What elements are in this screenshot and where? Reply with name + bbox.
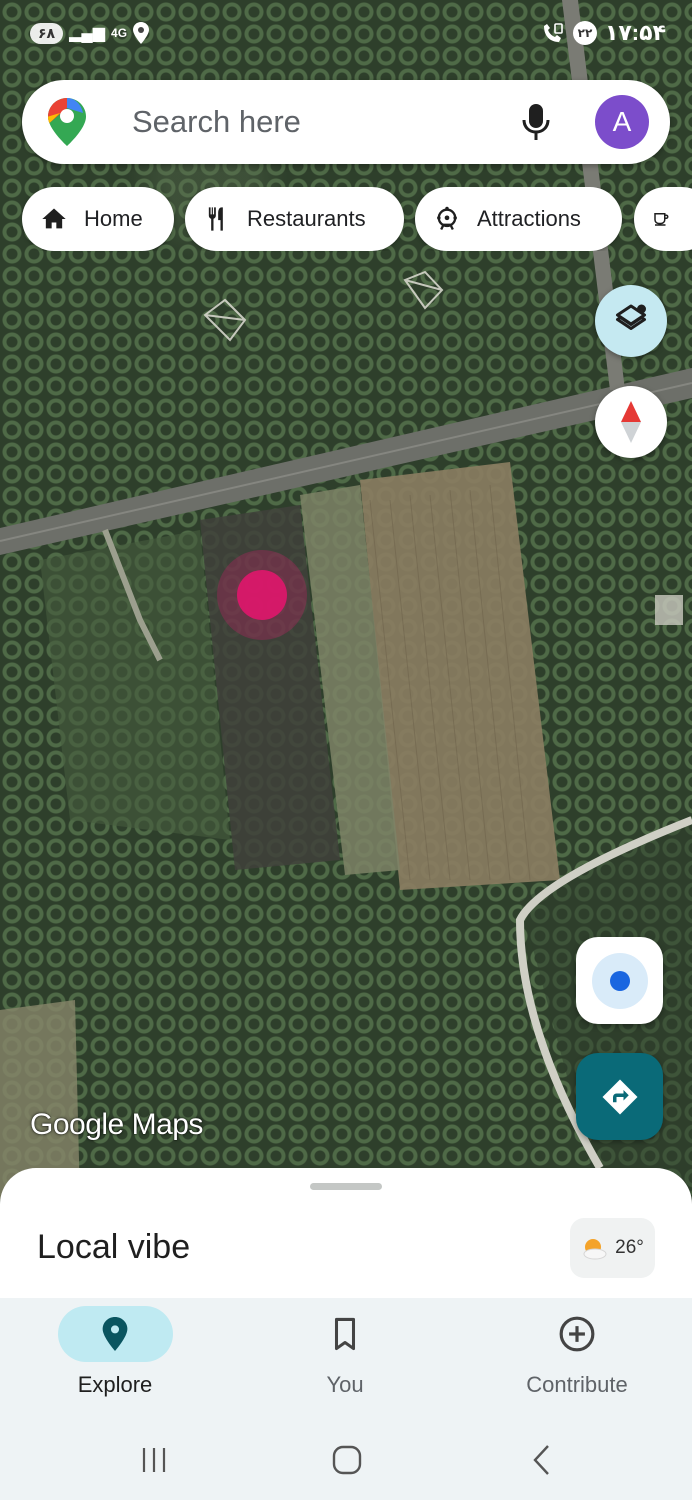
chip-restaurants[interactable]: Restaurants <box>185 187 404 251</box>
google-maps-watermark: Google Maps <box>30 1108 203 1141</box>
search-input[interactable] <box>132 100 492 144</box>
location-icon <box>133 22 150 44</box>
compass-icon <box>621 401 641 443</box>
compass-button[interactable] <box>595 386 667 458</box>
attractions-icon <box>437 206 457 231</box>
wifi-call-icon <box>543 23 563 42</box>
my-location-button[interactable] <box>576 937 663 1024</box>
explore-pin-icon <box>102 1317 128 1351</box>
home-nav-icon <box>332 1445 362 1475</box>
weather-chip[interactable]: 26° <box>570 1218 655 1278</box>
network-type: 4G <box>111 26 128 40</box>
directions-icon <box>602 1079 637 1114</box>
nav-label: You <box>326 1372 364 1397</box>
clock: ۱۷:۵۴ <box>604 20 666 45</box>
system-navigation-bar <box>0 1418 692 1500</box>
recent-apps-button[interactable] <box>138 1440 170 1480</box>
google-maps-logo-icon <box>48 98 86 146</box>
nav-you[interactable]: You <box>245 1298 445 1398</box>
notification-badge: ۲۲ <box>572 21 597 45</box>
chip-home[interactable]: Home <box>22 187 174 251</box>
status-bar: ۶۸ ▂▄▆ 4G ۲۲ ۱۷:۵۴ <box>0 0 692 70</box>
avatar[interactable]: A <box>595 95 649 149</box>
home-icon <box>42 208 66 229</box>
chip-label: Home <box>84 206 143 231</box>
signal-icon: ▂▄▆ <box>69 25 106 42</box>
bottom-sheet[interactable]: Local vibe 26° <box>0 1168 692 1308</box>
battery-indicator: ۶۸ <box>30 22 64 44</box>
recents-icon <box>142 1448 166 1472</box>
back-button[interactable] <box>528 1440 556 1480</box>
temperature: 26° <box>615 1237 644 1258</box>
add-circle-icon <box>559 1316 595 1352</box>
layers-button[interactable] <box>595 285 667 357</box>
my-location-icon <box>591 952 648 1009</box>
category-chips: Home Restaurants Attractions <box>22 187 692 251</box>
coffee-icon <box>654 213 669 226</box>
bottom-navigation: Explore You Contribute <box>0 1298 692 1418</box>
chip-label: Attractions <box>477 206 581 231</box>
sheet-drag-handle[interactable] <box>310 1183 382 1190</box>
bookmark-icon <box>334 1317 356 1351</box>
restaurant-icon <box>208 207 223 231</box>
nav-contribute[interactable]: Contribute <box>477 1298 677 1398</box>
home-button[interactable] <box>330 1440 364 1480</box>
mic-icon[interactable] <box>520 102 552 142</box>
chip-label: Restaurants <box>247 206 366 231</box>
directions-button[interactable] <box>576 1053 663 1140</box>
layers-icon <box>616 304 646 330</box>
nav-label: Explore <box>77 1372 153 1397</box>
chip-coffee[interactable] <box>634 187 692 251</box>
sheet-title: Local vibe <box>37 1228 191 1266</box>
nav-explore[interactable]: Explore <box>15 1298 215 1398</box>
chip-attractions[interactable]: Attractions <box>415 187 622 251</box>
back-icon <box>533 1445 549 1475</box>
search-bar[interactable]: A <box>22 80 670 164</box>
nav-label: Contribute <box>526 1372 628 1397</box>
partly-cloudy-icon <box>583 1239 607 1260</box>
